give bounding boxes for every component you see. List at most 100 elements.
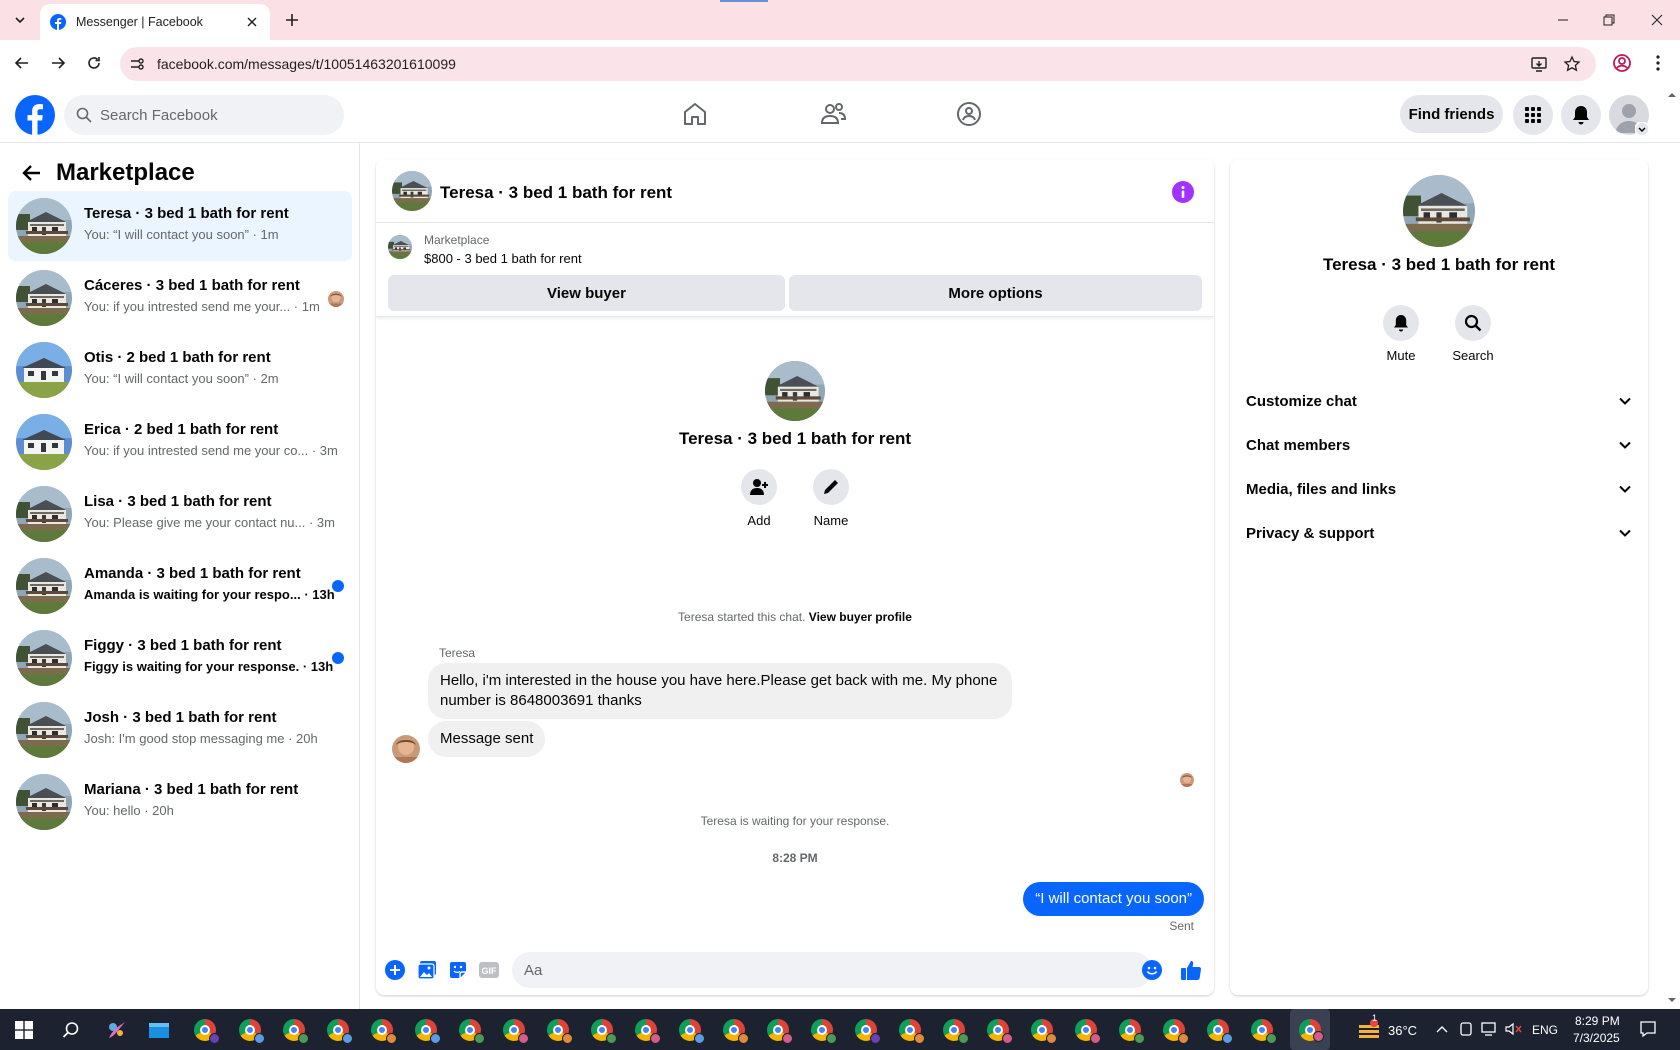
taskbar-search-icon[interactable] (58, 1017, 84, 1043)
listing-title[interactable]: $800 - 3 bed 1 bath for rent (424, 251, 582, 266)
conversation-item[interactable]: Mariana · 3 bed 1 bath for rent You: hel… (8, 767, 352, 837)
chrome-taskbar-icon[interactable] (1161, 1017, 1189, 1044)
info-panel-avatar[interactable] (1403, 175, 1475, 247)
address-bar[interactable]: facebook.com/messages/t/1005146320161009… (120, 47, 1596, 81)
media-files-links-section[interactable]: Media, files and links (1246, 469, 1632, 509)
weather-icon[interactable]: 1 (1356, 1013, 1382, 1043)
more-options-button[interactable]: More options (789, 275, 1202, 311)
chrome-taskbar-icon[interactable] (1073, 1017, 1101, 1044)
chrome-taskbar-icon[interactable] (853, 1017, 881, 1044)
conversation-item[interactable]: Lisa · 3 bed 1 bath for rent You: Please… (8, 479, 352, 549)
chrome-taskbar-icon[interactable] (897, 1017, 925, 1044)
search-icon[interactable] (1455, 305, 1491, 341)
outgoing-message[interactable]: “I will contact you soon” (1023, 882, 1204, 916)
incoming-message[interactable]: Message sent (428, 721, 546, 757)
chrome-taskbar-icon[interactable] (501, 1017, 529, 1044)
network-icon[interactable] (1481, 1022, 1499, 1036)
tab-search-button[interactable] (8, 8, 32, 32)
chrome-taskbar-icon[interactable] (1249, 1017, 1277, 1044)
name-action[interactable]: Name (801, 469, 861, 528)
start-windows-icon[interactable] (11, 1017, 37, 1043)
back-arrow-icon[interactable] (20, 161, 44, 185)
chrome-taskbar-icon[interactable] (457, 1017, 485, 1044)
facebook-logo-icon[interactable] (15, 95, 55, 135)
url-text[interactable]: facebook.com/messages/t/1005146320161009… (157, 56, 456, 72)
plus-circle-icon[interactable] (384, 959, 406, 981)
minimize-button[interactable] (1540, 0, 1586, 40)
scroll-up-arrow-icon[interactable] (1667, 90, 1677, 100)
search-action[interactable]: Search (1443, 305, 1503, 363)
thumbs-up-icon[interactable] (1180, 959, 1202, 981)
info-icon[interactable] (1172, 181, 1194, 203)
clock-time[interactable]: 8:29 PM (1575, 1014, 1620, 1028)
reload-button[interactable] (82, 51, 106, 75)
pencil-icon[interactable] (813, 469, 849, 505)
bell-icon[interactable] (1383, 305, 1419, 341)
sender-avatar[interactable] (392, 735, 420, 763)
forward-button[interactable] (46, 51, 70, 75)
site-info-icon[interactable] (128, 55, 146, 73)
tab-close-icon[interactable] (244, 14, 260, 30)
message-input[interactable]: Aa (512, 952, 1152, 988)
chrome-taskbar-icon[interactable] (325, 1017, 353, 1044)
notification-center-icon[interactable] (1639, 1020, 1657, 1038)
chrome-taskbar-icon[interactable] (941, 1017, 969, 1044)
chrome-taskbar-icon[interactable] (413, 1017, 441, 1044)
chat-header-avatar[interactable] (392, 171, 432, 211)
friends-nav-icon[interactable] (815, 96, 851, 132)
chrome-taskbar-icon-active[interactable] (1290, 1009, 1330, 1050)
photo-icon[interactable] (416, 959, 438, 981)
chrome-taskbar-icon[interactable] (633, 1017, 661, 1044)
conversation-item[interactable]: Erica · 2 bed 1 bath for rent You: if yo… (8, 407, 352, 477)
restore-button[interactable] (1586, 0, 1632, 40)
add-person-icon[interactable] (741, 469, 777, 505)
sticker-icon[interactable] (447, 959, 469, 981)
chrome-taskbar-icon[interactable] (1205, 1017, 1233, 1044)
conversation-item[interactable]: Cáceres · 3 bed 1 bath for rent You: if … (8, 263, 352, 333)
chrome-taskbar-icon[interactable] (1117, 1017, 1145, 1044)
groups-nav-icon[interactable] (951, 96, 987, 132)
facebook-search-input[interactable]: Search Facebook (64, 95, 344, 135)
chrome-taskbar-icon[interactable] (369, 1017, 397, 1044)
gif-icon[interactable]: GIF (478, 959, 500, 981)
chrome-taskbar-icon[interactable] (721, 1017, 749, 1044)
clock-date[interactable]: 7/3/2025 (1573, 1031, 1620, 1045)
weather-temperature[interactable]: 36°C (1388, 1023, 1417, 1038)
browser-menu-icon[interactable] (1646, 51, 1670, 75)
chat-title[interactable]: Teresa · 3 bed 1 bath for rent (440, 183, 672, 203)
file-explorer-icon[interactable] (146, 1017, 172, 1043)
privacy-support-section[interactable]: Privacy & support (1246, 513, 1632, 553)
volume-muted-icon[interactable] (1505, 1022, 1523, 1036)
mute-action[interactable]: Mute (1371, 305, 1431, 363)
customize-chat-section[interactable]: Customize chat (1246, 381, 1632, 421)
view-buyer-button[interactable]: View buyer (388, 275, 785, 311)
chrome-taskbar-icon[interactable] (809, 1017, 837, 1044)
input-language[interactable]: ENG (1532, 1023, 1558, 1037)
paint-app-icon[interactable] (104, 1017, 130, 1043)
chrome-taskbar-icon[interactable] (765, 1017, 793, 1044)
conversation-item[interactable]: Figgy · 3 bed 1 bath for rent Figgy is w… (8, 623, 352, 693)
browser-tab-active[interactable]: Messenger | Facebook (40, 4, 270, 40)
find-friends-button[interactable]: Find friends (1400, 95, 1503, 133)
view-buyer-profile-link[interactable]: View buyer profile (809, 610, 912, 624)
menu-button[interactable] (1513, 95, 1553, 135)
chat-members-section[interactable]: Chat members (1246, 425, 1632, 465)
listing-thumbnail[interactable] (388, 235, 412, 259)
account-chevron-icon[interactable] (1635, 122, 1649, 136)
notifications-button[interactable] (1561, 95, 1601, 135)
new-tab-button[interactable] (280, 8, 304, 32)
chrome-taskbar-icon[interactable] (677, 1017, 705, 1044)
chrome-taskbar-icon[interactable] (281, 1017, 309, 1044)
add-action[interactable]: Add (729, 469, 789, 528)
incoming-message[interactable]: Hello, i'm interested in the house you h… (428, 663, 1012, 719)
home-nav-icon[interactable] (677, 96, 713, 132)
bookmark-star-icon[interactable] (1563, 55, 1581, 73)
conversation-item[interactable]: Teresa · 3 bed 1 bath for rent You: “I w… (8, 191, 352, 261)
conversation-item[interactable]: Otis · 2 bed 1 bath for rent You: “I wil… (8, 335, 352, 405)
chrome-taskbar-icon[interactable] (545, 1017, 573, 1044)
chrome-taskbar-icon[interactable] (237, 1017, 265, 1044)
chrome-taskbar-icon[interactable] (985, 1017, 1013, 1044)
scroll-down-arrow-icon[interactable] (1667, 995, 1677, 1005)
emoji-icon[interactable] (1141, 959, 1163, 981)
back-button[interactable] (10, 51, 34, 75)
